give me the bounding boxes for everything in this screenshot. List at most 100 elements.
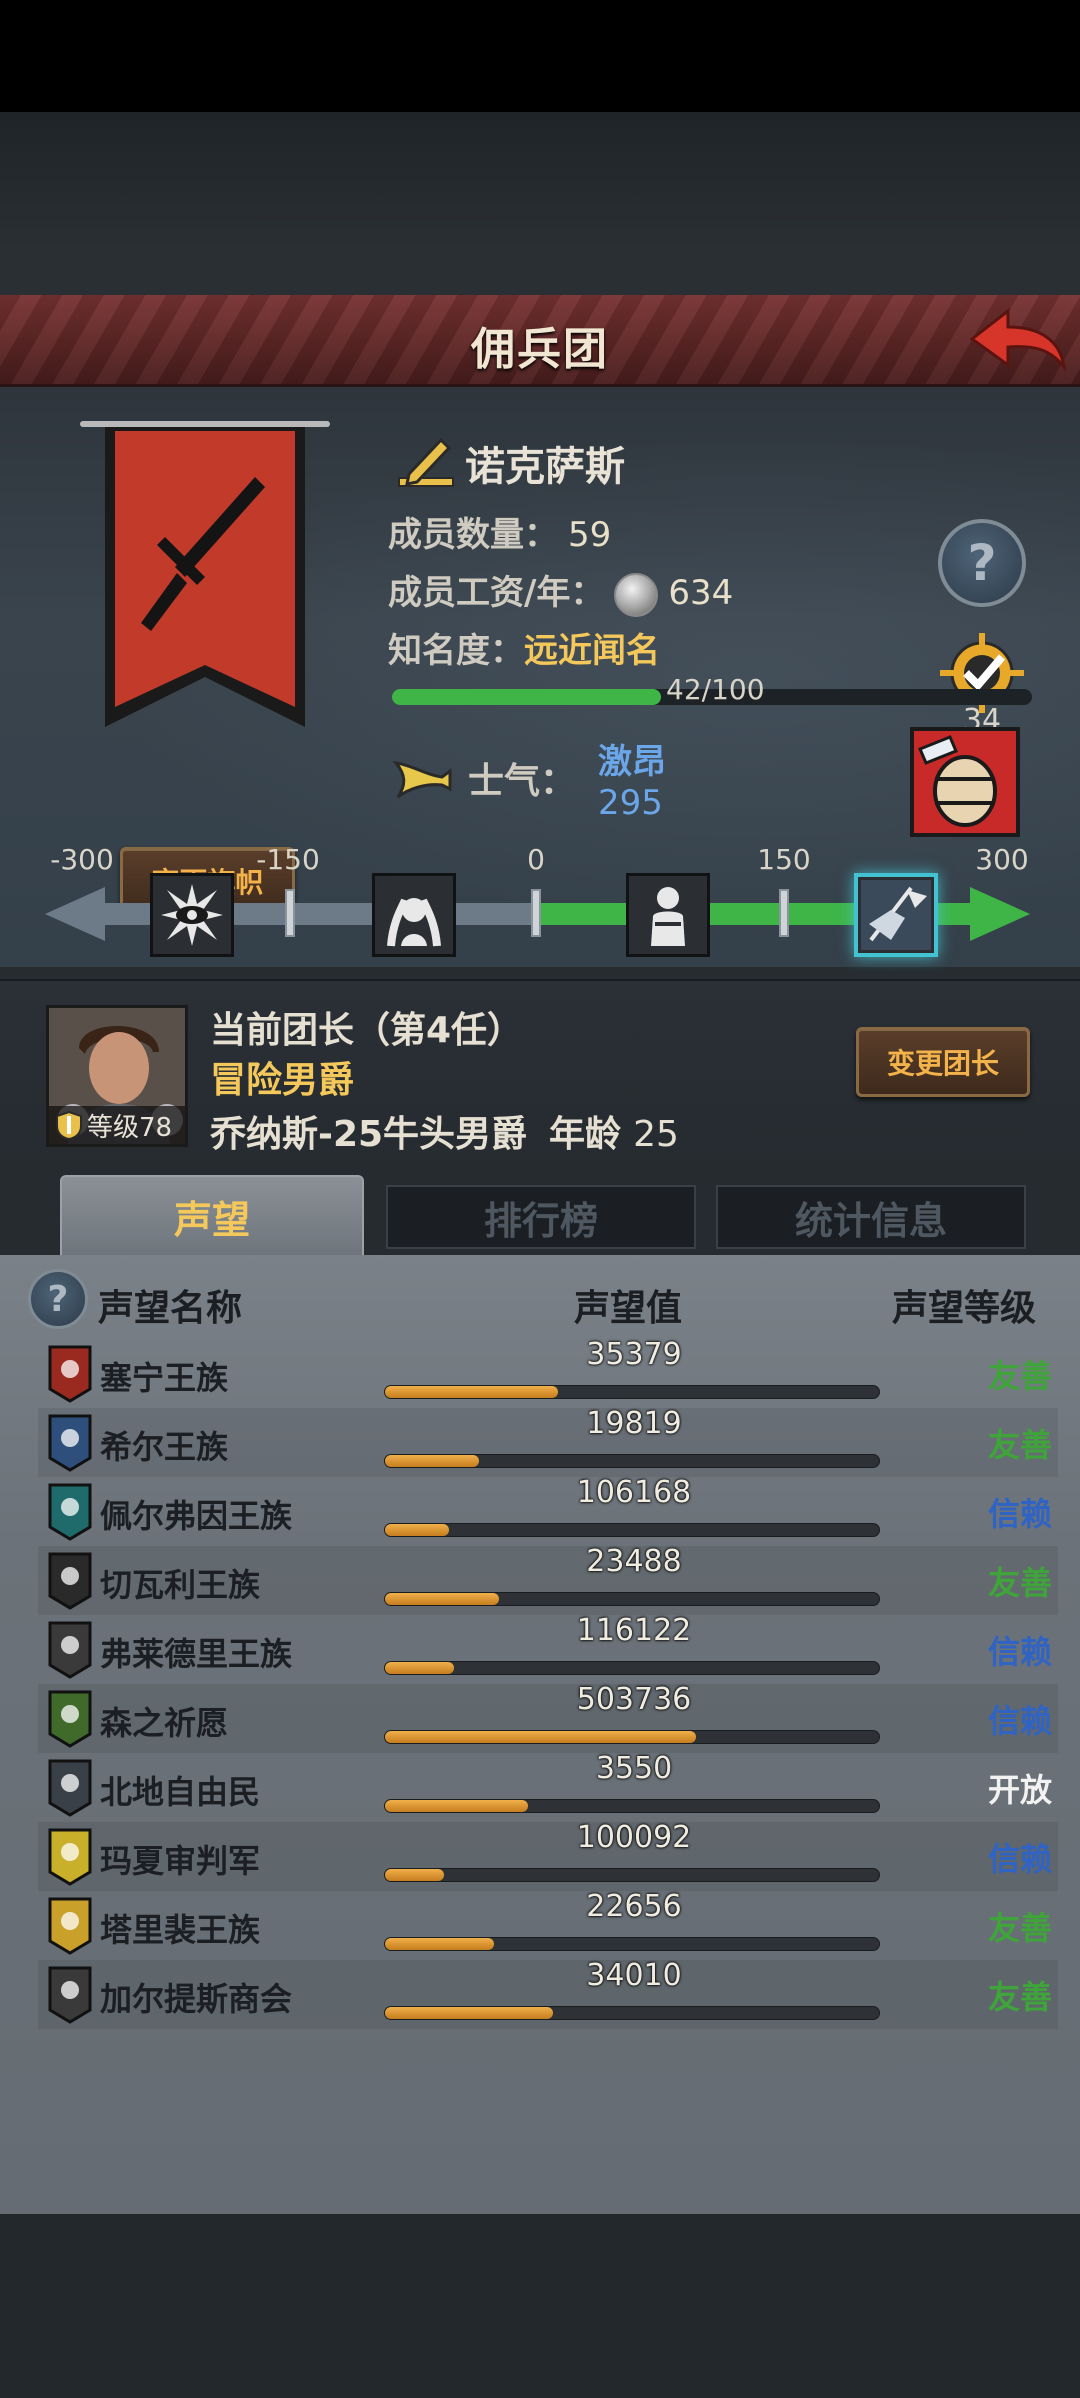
reputation-bar-fill <box>385 1662 455 1674</box>
back-arrow-icon <box>969 307 1067 373</box>
keg-button[interactable] <box>910 727 1020 837</box>
table-row[interactable]: 佩尔弗因王族 106168 信赖 <box>38 1475 1058 1546</box>
tick-label: 0 <box>527 843 545 876</box>
faction-crest-icon <box>48 1552 92 1610</box>
reputation-bar-fill <box>385 1938 494 1950</box>
keg-icon <box>910 727 1020 837</box>
morale-stage-high[interactable] <box>854 873 938 957</box>
edit-icon[interactable] <box>395 432 457 494</box>
morale-stage-despair[interactable] <box>150 873 234 957</box>
reputation-level: 开放 <box>987 1771 1052 1809</box>
tick-mark <box>285 889 295 937</box>
faction-crest-icon <box>48 1621 92 1679</box>
title-bar: 佣兵团 <box>0 295 1080 387</box>
table-row[interactable]: 森之祈愿 503736 信赖 <box>38 1682 1058 1753</box>
faction-name: 加尔提斯商会 <box>100 1980 293 2018</box>
leader-rank: 冒险男爵 <box>210 1060 355 1101</box>
faction-crest-icon <box>48 1897 92 1955</box>
reputation-level: 友善 <box>987 1426 1052 1464</box>
faction-crest-icon <box>48 1966 92 2024</box>
reputation-level: 友善 <box>987 1909 1052 1947</box>
table-row[interactable]: 希尔王族 19819 友善 <box>38 1406 1058 1477</box>
morale-label: 士气： <box>468 761 577 802</box>
reputation-bar <box>384 1523 880 1537</box>
leader-title: 当前团长（第4任） <box>210 1010 524 1051</box>
reputation-bar <box>384 1868 880 1882</box>
eye-burst-icon <box>161 884 223 946</box>
tab-statistics[interactable]: 统计信息 <box>716 1185 1026 1249</box>
morale-row: 士气： 激昂 295 <box>392 723 666 833</box>
sword-banner-icon <box>105 427 305 727</box>
fame-value: 远近闻名 <box>524 631 660 671</box>
page-title: 佣兵团 <box>471 324 609 375</box>
horn-icon <box>392 761 452 799</box>
change-leader-button[interactable]: 变更团长 <box>856 1027 1030 1097</box>
table-row[interactable]: 切瓦利王族 23488 友善 <box>38 1544 1058 1615</box>
back-button[interactable] <box>968 305 1068 377</box>
reputation-bar-fill <box>385 1455 479 1467</box>
table-row[interactable]: 玛夏审判军 100092 信赖 <box>38 1820 1058 1891</box>
help-button[interactable]: ? <box>938 519 1026 607</box>
faction-name: 佩尔弗因王族 <box>100 1497 293 1535</box>
faction-name: 森之祈愿 <box>100 1704 229 1742</box>
reputation-bar <box>384 1799 880 1813</box>
morale-stage-low[interactable] <box>372 873 456 957</box>
shield-icon <box>56 1110 82 1140</box>
reputation-level: 友善 <box>987 1357 1052 1395</box>
tick-mark <box>531 889 541 937</box>
table-row[interactable]: 弗莱德里王族 116122 信赖 <box>38 1613 1058 1684</box>
salary-line: 成员工资/年： 634 <box>388 565 733 617</box>
morale-stage-calm[interactable] <box>626 873 710 957</box>
reputation-bar-fill <box>385 1869 445 1881</box>
guild-name-row: 诺克萨斯 <box>395 433 625 493</box>
morale-value: 295 <box>598 782 663 823</box>
reputation-rows: 塞宁王族 35379 友善 希尔王族 19819 友善 佩尔弗因王族 106168 信赖 切瓦利王… <box>38 1337 1058 2029</box>
salary-label: 成员工资/年： <box>388 573 605 613</box>
faction-crest-icon <box>48 1828 92 1886</box>
reputation-bar-fill <box>385 1800 529 1812</box>
tab-ranking[interactable]: 排行榜 <box>386 1185 696 1249</box>
reputation-value: 23488 <box>586 1544 682 1579</box>
leader-section: 等级78 当前团长（第4任） 冒险男爵 乔纳斯-25牛头男爵 年龄 25 变更团长 <box>0 979 1080 1169</box>
reputation-value: 106168 <box>576 1475 692 1510</box>
reputation-level: 信赖 <box>987 1840 1052 1878</box>
leader-portrait[interactable]: 等级78 <box>46 1005 188 1147</box>
table-row[interactable]: 塔里裴王族 22656 友善 <box>38 1889 1058 1960</box>
leader-name: 乔纳斯-25牛头男爵 <box>210 1114 528 1155</box>
faction-name: 北地自由民 <box>100 1773 261 1811</box>
guild-banner <box>105 427 305 727</box>
table-row[interactable]: 塞宁王族 35379 友善 <box>38 1337 1058 1408</box>
reputation-bar-fill <box>385 1524 450 1536</box>
flag-charge-icon <box>861 880 931 950</box>
faction-crest-icon <box>48 1345 92 1403</box>
reputation-table: ? 声望名称 声望值 声望等级 塞宁王族 35379 友善 希尔王族 19819 友善 佩尔… <box>0 1255 1080 2215</box>
reputation-level: 信赖 <box>987 1702 1052 1740</box>
status-bar <box>0 0 1080 112</box>
leader-age: 25 <box>633 1114 679 1155</box>
table-row[interactable]: 北地自由民 3550 开放 <box>38 1751 1058 1822</box>
tick-label: 150 <box>757 843 811 876</box>
reputation-level: 信赖 <box>987 1633 1052 1671</box>
reputation-value: 35379 <box>586 1337 682 1372</box>
reputation-value: 100092 <box>576 1820 692 1855</box>
tick-mark <box>779 889 789 937</box>
morale-values: 激昂 295 <box>598 734 666 823</box>
tab-reputation[interactable]: 声望 <box>60 1175 364 1255</box>
header-value: 声望值 <box>574 1288 683 1329</box>
reputation-bar-fill <box>385 1386 558 1398</box>
bottom-area <box>0 2214 1080 2398</box>
level-tag: 等级78 <box>49 1106 185 1144</box>
header-name: 声望名称 <box>98 1288 243 1329</box>
standing-figure-icon <box>651 887 685 946</box>
fame-line: 知名度：远近闻名 <box>388 623 660 672</box>
faction-name: 弗莱德里王族 <box>100 1635 293 1673</box>
reputation-value: 34010 <box>586 1958 682 1993</box>
tick-label: -300 <box>50 843 114 876</box>
reputation-value: 3550 <box>595 1751 673 1786</box>
fame-progress-fill <box>392 689 661 705</box>
reputation-help-button[interactable]: ? <box>28 1269 88 1329</box>
silver-coin-icon <box>614 572 659 617</box>
table-row[interactable]: 加尔提斯商会 34010 友善 <box>38 1958 1058 2029</box>
leader-level: 等级78 <box>87 1112 173 1143</box>
morale-track: -300 -150 0 150 300 <box>0 843 1080 963</box>
